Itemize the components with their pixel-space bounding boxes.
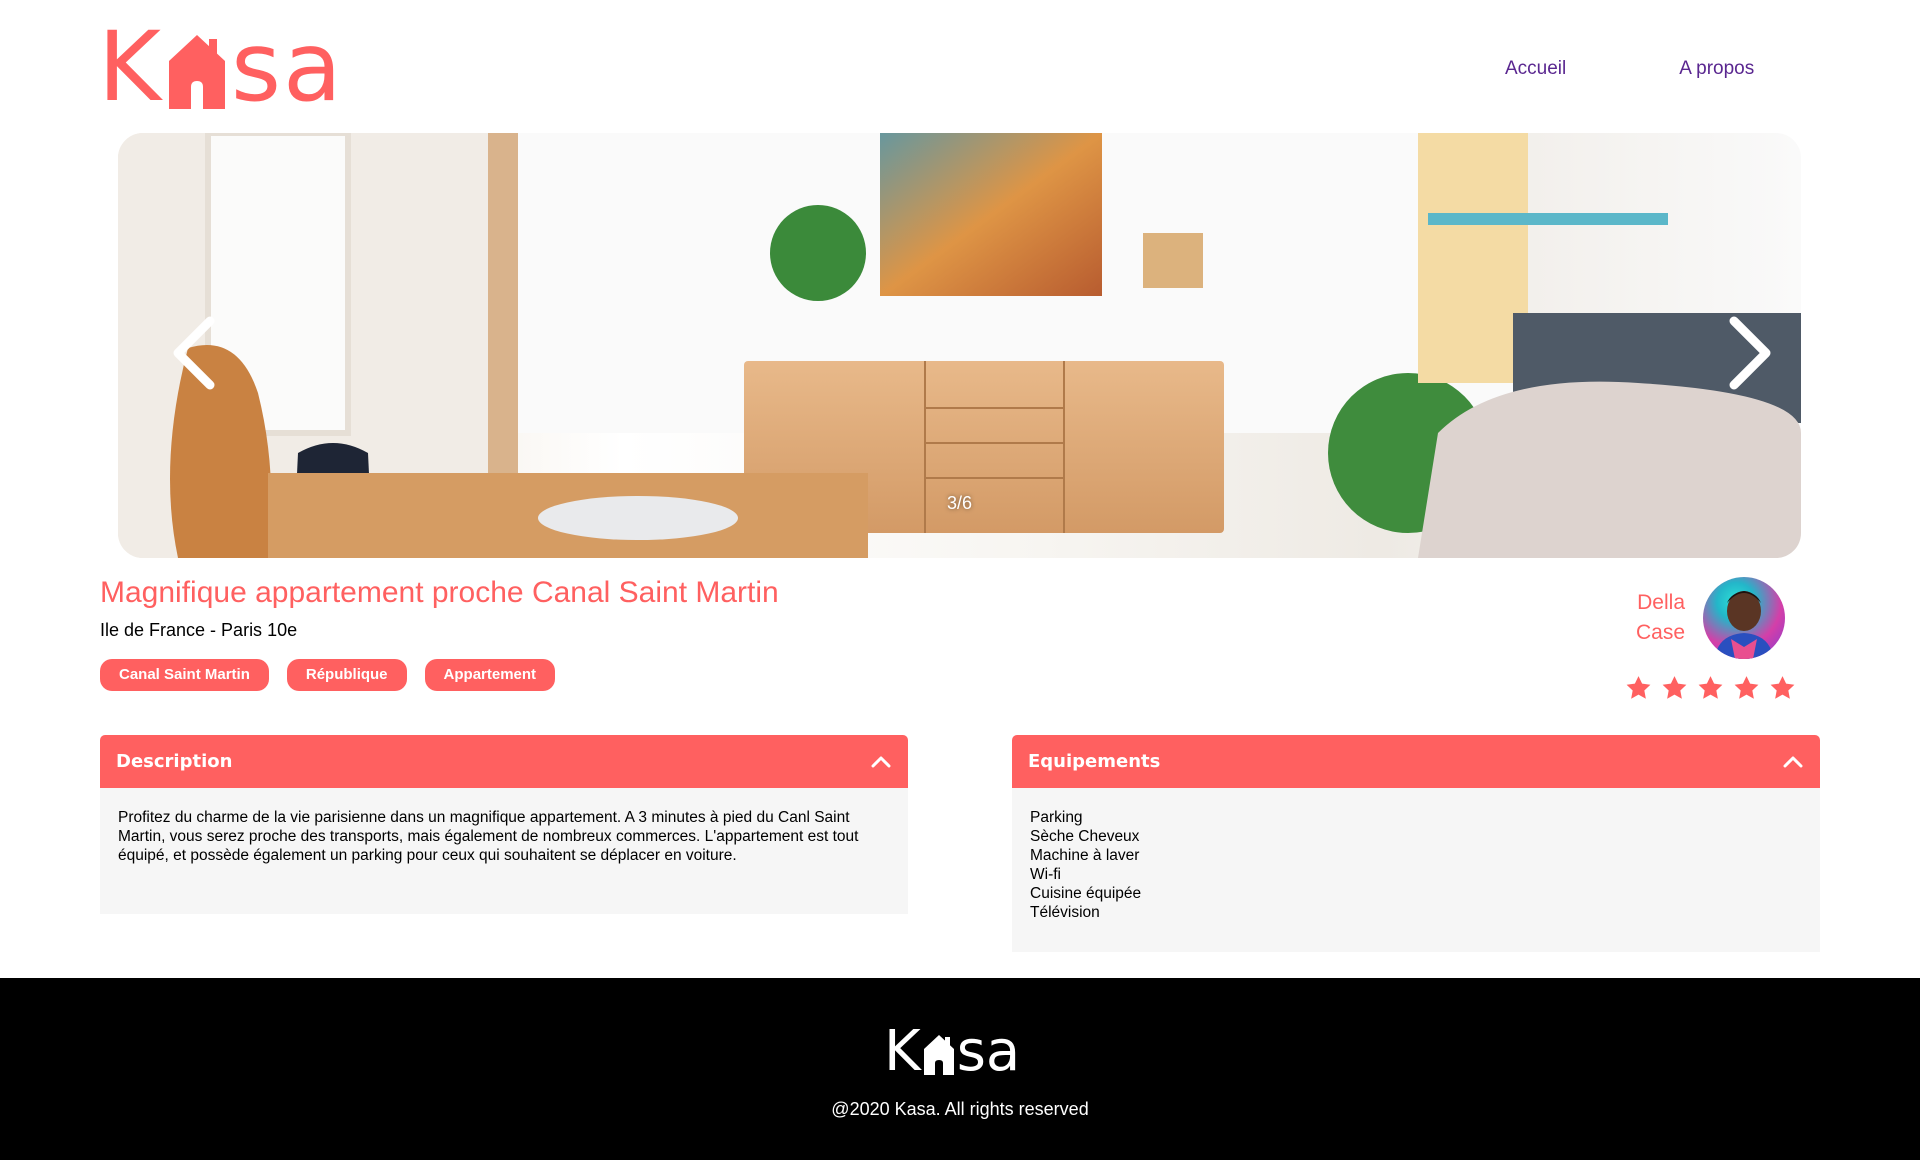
house-icon (922, 1029, 956, 1075)
star-filled-icon (1770, 676, 1795, 699)
logo-letter-k: K (98, 11, 163, 123)
star-filled-icon (1662, 676, 1687, 699)
equipment-item: Sèche Cheveux (1030, 828, 1140, 845)
footer-logo-letter-k: K (884, 1019, 921, 1084)
equipment-item: Wi-fi (1030, 866, 1061, 883)
site-footer: K s a @2020 Kasa. All rights reserved (0, 978, 1920, 1160)
listing-location: Ile de France - Paris 10e (100, 620, 298, 640)
host-name: Della Case (1636, 588, 1685, 648)
equipment-item: Cuisine équipée (1030, 885, 1142, 902)
house-icon (165, 25, 229, 109)
carousel-prev-button[interactable] (158, 313, 238, 393)
description-text: Profitez du charme de la vie parisienne … (118, 809, 859, 864)
footer-logo-letter-s: s (956, 1019, 986, 1084)
listing-tags: Canal Saint Martin République Appartemen… (100, 659, 556, 691)
site-header: K s a Accueil A propos (0, 0, 1920, 133)
description-title: Description (116, 751, 233, 772)
tag-badge: Appartement (424, 659, 556, 691)
host-avatar (1703, 577, 1785, 659)
host-info: Della Case (1620, 577, 1785, 659)
logo-letter-a: a (282, 11, 344, 123)
equipment-item: Télévision (1030, 904, 1100, 921)
kasa-logo[interactable]: K s a (98, 11, 366, 123)
star-filled-icon (1626, 676, 1651, 699)
chevron-left-icon (173, 316, 215, 390)
main-nav: Accueil A propos (1505, 58, 1754, 80)
listing-title: Magnifique appartement proche Canal Sain… (100, 576, 779, 609)
footer-logo-letter-a: a (985, 1019, 1021, 1084)
equipments-body: Parking Sèche Cheveux Machine à laver Wi… (1012, 788, 1820, 952)
carousel-next-button[interactable] (1706, 313, 1786, 393)
tag-badge: République (286, 659, 407, 691)
host-first-name: Della (1637, 591, 1685, 614)
host-rating (1624, 674, 1797, 702)
description-collapse-header[interactable]: Description (100, 735, 908, 788)
star-filled-icon (1734, 676, 1759, 699)
chevron-right-icon (1729, 316, 1771, 390)
nav-link-about[interactable]: A propos (1679, 58, 1754, 80)
footer-copyright: @2020 Kasa. All rights reserved (831, 1099, 1089, 1119)
footer-kasa-logo: K s a (884, 1019, 1021, 1084)
star-filled-icon (1698, 676, 1723, 699)
chevron-up-icon[interactable] (1781, 750, 1805, 774)
equipments-title: Equipements (1028, 751, 1161, 772)
description-body: Profitez du charme de la vie parisienne … (100, 788, 908, 914)
equipments-collapse: Equipements Parking Sèche Cheveux Machin… (1012, 735, 1820, 952)
nav-link-home[interactable]: Accueil (1505, 58, 1566, 80)
equipments-collapse-header[interactable]: Equipements (1012, 735, 1820, 788)
host-last-name: Case (1635, 621, 1685, 644)
equipment-item: Machine à laver (1030, 847, 1140, 864)
logo-letter-s: s (230, 11, 283, 123)
description-collapse: Description Profitez du charme de la vie… (100, 735, 908, 914)
tag-badge: Canal Saint Martin (100, 659, 269, 691)
chevron-up-icon[interactable] (869, 750, 893, 774)
image-carousel: 3/6 (118, 133, 1801, 558)
carousel-counter: 3/6 (946, 493, 973, 513)
equipment-item: Parking (1030, 809, 1083, 826)
